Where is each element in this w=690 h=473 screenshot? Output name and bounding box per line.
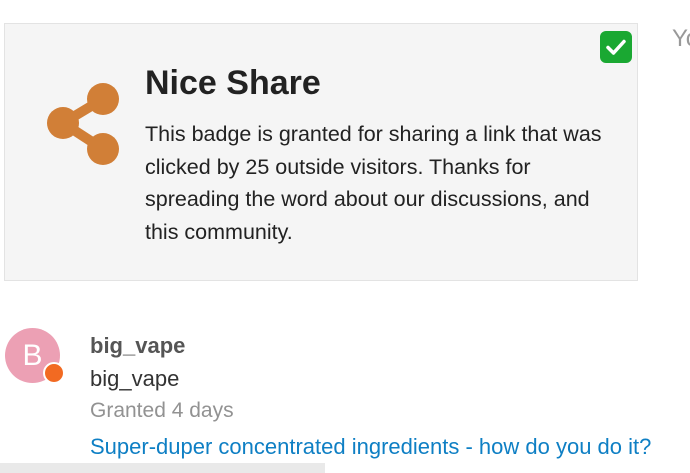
granted-time: Granted 4 days: [90, 399, 234, 422]
badge-description: This badge is granted for sharing a link…: [145, 122, 602, 244]
user-status-indicator: [43, 362, 65, 384]
username-link[interactable]: big_vape: [90, 333, 185, 359]
user-full-name: big_vape: [90, 366, 180, 391]
horizontal-scrollbar[interactable]: [0, 463, 325, 473]
granted-checkmark-icon: [600, 31, 632, 63]
granted-post-link[interactable]: Super-duper concentrated ingredients - h…: [90, 434, 651, 460]
badge-title: Nice Share: [145, 64, 321, 102]
badge-grant-item: B big_vape big_vape Granted 4 days Super…: [0, 300, 690, 473]
page: Nice Share This badge is granted for sha…: [0, 0, 690, 473]
badge-card: Nice Share This badge is granted for sha…: [4, 23, 638, 281]
avatar-letter: B: [22, 338, 43, 372]
sidebar-cutoff-text: Yo: [672, 25, 690, 52]
share-icon: [47, 83, 119, 165]
